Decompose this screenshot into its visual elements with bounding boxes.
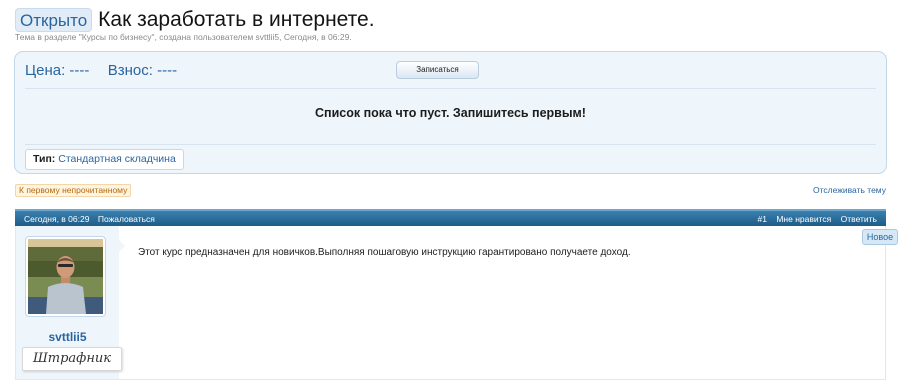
thread-prefix-badge[interactable]: Открыто: [15, 8, 93, 32]
thread-title: Как заработать в интернете.: [98, 8, 375, 31]
join-button[interactable]: Записаться: [396, 61, 479, 79]
fee-label: Взнос:: [107, 62, 153, 79]
message-arrow: [119, 240, 125, 252]
avatar-photo: [28, 239, 103, 314]
post-header-bar: Сегодня, в 06:29 Пожаловаться #1 Мне нра…: [15, 209, 886, 226]
user-title-badge: Штрафник: [22, 347, 122, 371]
price-row: Цена: ---- Взнос: ----: [25, 62, 177, 79]
user-info-column: svttlii5 Штрафник: [16, 226, 122, 379]
fee-value: ----: [157, 62, 178, 79]
post-number-link[interactable]: #1: [758, 214, 767, 224]
avatar[interactable]: [25, 236, 106, 317]
skladchina-panel: Цена: ---- Взнос: ---- Записаться Список…: [14, 51, 887, 174]
price-label: Цена:: [25, 62, 66, 79]
post-username[interactable]: svttlii5: [16, 330, 119, 344]
like-link[interactable]: Мне нравится: [776, 214, 831, 224]
first-unread-link[interactable]: К первому непрочитанному: [15, 184, 132, 197]
post-date-link[interactable]: Сегодня, в 06:29: [24, 214, 89, 224]
panel-divider-bottom: [25, 144, 876, 145]
type-label: Тип:: [33, 153, 56, 165]
reply-link[interactable]: Ответить: [841, 214, 877, 224]
type-value: Стандартная складчина: [58, 153, 176, 165]
report-link[interactable]: Пожаловаться: [98, 214, 155, 224]
thread-meta: Тема в разделе "Курсы по бизнесу", созда…: [15, 32, 352, 42]
price-value: ----: [69, 62, 90, 79]
post-message-text: Этот курс предназначен для новичков.Выпо…: [138, 247, 631, 258]
post-body: svttlii5 Штрафник Этот курс предназначен…: [15, 226, 886, 380]
watch-thread-link[interactable]: Отслеживать тему: [813, 185, 886, 195]
skladchina-type-badge: Тип: Стандартная складчина: [25, 149, 184, 170]
new-post-badge: Новое: [862, 229, 898, 245]
thread-title-row: Открыто Как заработать в интернете.: [15, 7, 375, 33]
panel-divider-top: [25, 88, 876, 89]
participants-empty-message: Список пока что пуст. Запишитесь первым!: [315, 106, 586, 120]
